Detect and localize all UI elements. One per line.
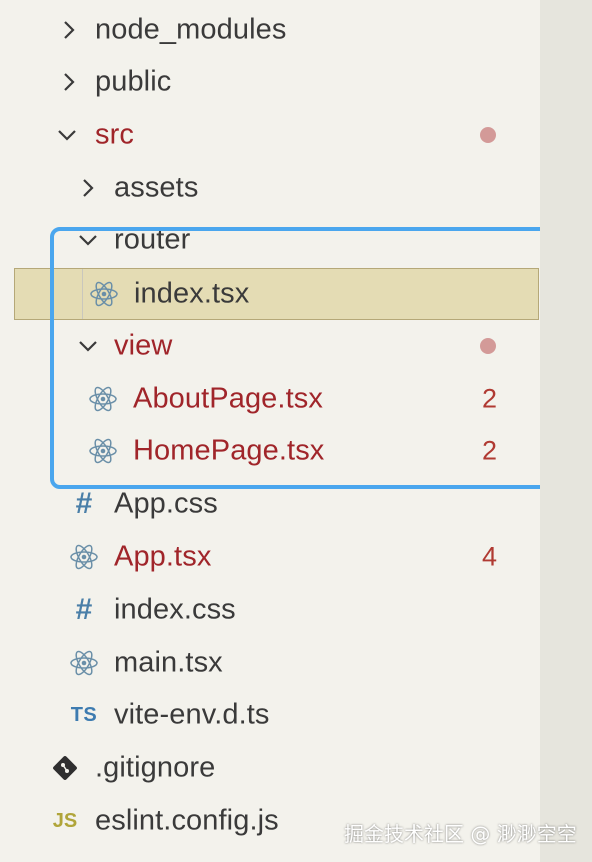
tree-item-gitignore[interactable]: .gitignore xyxy=(0,742,540,794)
watermark-text: 掘金技术社区 @ 渺渺空空 xyxy=(344,822,577,846)
tree-item-main-tsx[interactable]: main.tsx xyxy=(0,637,540,689)
modified-dot-icon xyxy=(480,127,496,143)
tree-item-label: public xyxy=(95,65,172,98)
chevron-right-icon[interactable] xyxy=(77,177,99,199)
tree-item-src[interactable]: src xyxy=(0,109,540,161)
chevron-right-icon[interactable] xyxy=(58,19,80,41)
css-hash-icon: # xyxy=(75,593,93,626)
git-icon xyxy=(49,752,81,784)
tree-item-assets[interactable]: assets xyxy=(0,162,540,214)
react-icon xyxy=(68,647,100,679)
typescript-icon: TS xyxy=(70,703,98,726)
tree-item-index-css[interactable]: # index.css xyxy=(0,584,540,636)
tree-item-label: App.css xyxy=(114,487,218,520)
tree-item-label: main.tsx xyxy=(114,646,223,679)
chevron-right-icon[interactable] xyxy=(58,71,80,93)
tree-item-label: src xyxy=(95,118,134,151)
css-hash-icon: # xyxy=(75,487,93,520)
scrollbar-track[interactable] xyxy=(540,0,592,862)
tree-item-label: App.tsx xyxy=(114,540,212,573)
tree-item-node-modules[interactable]: node_modules xyxy=(0,4,540,56)
react-icon xyxy=(68,541,100,573)
file-explorer: node_modules public src assets router in… xyxy=(0,0,578,862)
tree-item-label: vite-env.d.ts xyxy=(114,698,270,731)
tree-item-label: node_modules xyxy=(95,13,287,46)
javascript-icon: JS xyxy=(52,809,78,832)
chevron-down-icon[interactable] xyxy=(56,124,78,146)
tree-item-label: assets xyxy=(114,171,199,204)
problem-count-badge: 4 xyxy=(482,541,498,572)
tree-item-app-tsx[interactable]: App.tsx 4 xyxy=(0,531,540,583)
tree-item-vite-env[interactable]: TS vite-env.d.ts xyxy=(0,689,540,741)
highlight-annotation-box xyxy=(50,227,578,489)
tree-item-public[interactable]: public xyxy=(0,56,540,108)
tree-item-label: eslint.config.js xyxy=(95,804,279,837)
tree-item-label: .gitignore xyxy=(95,751,216,784)
tree-item-label: index.css xyxy=(114,593,236,626)
